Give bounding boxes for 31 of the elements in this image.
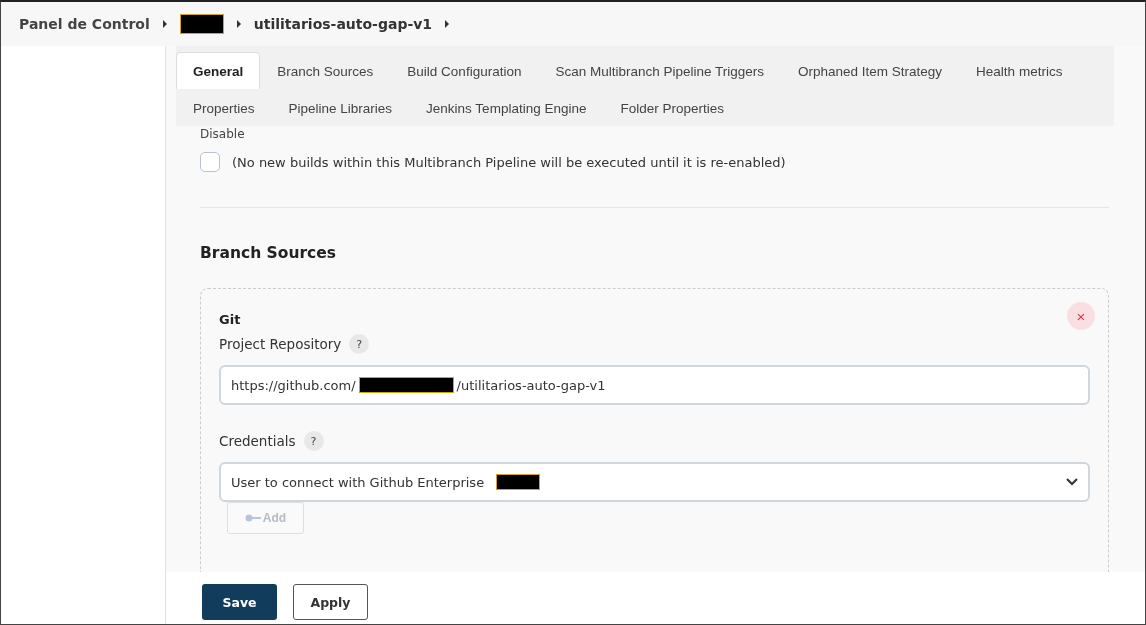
checkbox-label: (No new builds within this Multibranch Pipeline will be executed until it is re-enabled): [232, 154, 786, 170]
key-icon: [244, 514, 261, 522]
tab[interactable]: Pipeline Libraries: [271, 89, 410, 126]
repository-field[interactable]: https://github.com/ /utilitarios-auto-gap-v1: [219, 365, 1090, 405]
checkbox[interactable]: [200, 152, 220, 172]
tab[interactable]: Folder Properties: [603, 89, 741, 126]
help-button[interactable]: ?: [349, 334, 370, 354]
save-button[interactable]: Save: [202, 584, 277, 620]
tab[interactable]: General: [176, 52, 261, 89]
credentials-dropdown[interactable]: User to connect with Github Enterprise: [219, 462, 1090, 502]
chevron-down-icon: [1066, 478, 1078, 486]
apply-button[interactable]: Apply: [293, 584, 368, 620]
source-type: Git: [219, 312, 241, 327]
tab[interactable]: Scan Multibranch Pipeline Triggers: [538, 52, 782, 89]
tab[interactable]: Jenkins Templating Engine: [409, 89, 604, 126]
caret-icon[interactable]: [235, 20, 242, 28]
field-label: Project Repository: [219, 336, 342, 352]
breadcrumb-link[interactable]: Panel de Control: [19, 16, 150, 32]
caret-icon[interactable]: [161, 20, 168, 28]
close-button[interactable]: ×: [1067, 302, 1095, 330]
field-label: Credentials: [219, 433, 296, 449]
tab[interactable]: Properties: [176, 89, 272, 126]
caret-icon[interactable]: [444, 20, 451, 28]
tab[interactable]: Orphaned Item Strategy: [781, 52, 960, 89]
tab[interactable]: Build Configuration: [390, 52, 539, 89]
breadcrumb-link[interactable]: utilitarios-auto-gap-v1: [253, 16, 433, 32]
tab[interactable]: Branch Sources: [260, 52, 391, 89]
field-label: Disable: [200, 128, 246, 140]
section-title: Branch Sources: [200, 244, 337, 262]
tab[interactable]: Health metrics: [959, 52, 1080, 89]
help-button[interactable]: ?: [303, 431, 324, 451]
